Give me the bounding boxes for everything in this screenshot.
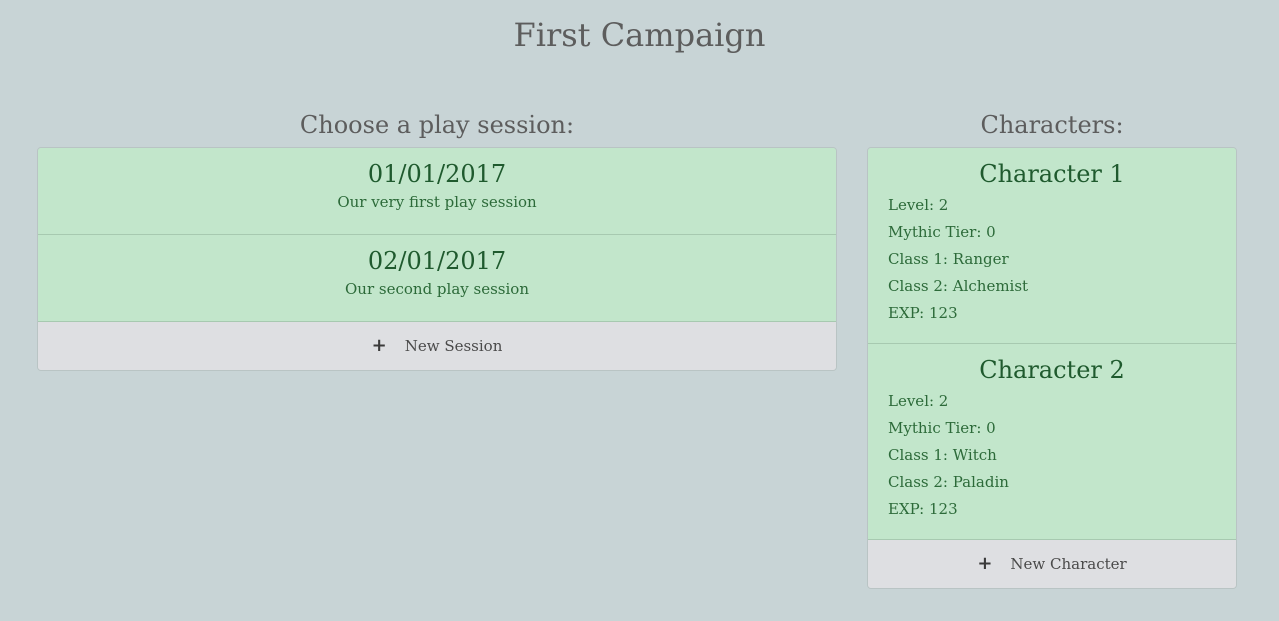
sessions-heading: Choose a play session: (299, 111, 575, 139)
session-description: Our second play session (345, 280, 529, 298)
new-character-label: New Character (1010, 555, 1127, 573)
new-session-label: New Session (404, 337, 503, 355)
character-exp: EXP: 123 (888, 304, 958, 322)
sessions-panel: Choose a play session: 01/01/2017 Our ve… (37, 106, 837, 371)
session-date: 01/01/2017 (367, 160, 507, 188)
character-list: Character 1 Level: 2 Mythic Tier: 0 Clas… (867, 147, 1237, 589)
character-mythic-tier: Mythic Tier: 0 (888, 223, 996, 241)
character-class-2: Class 2: Paladin (888, 473, 1009, 491)
session-list: 01/01/2017 Our very first play session 0… (37, 147, 837, 371)
plus-icon: + (977, 553, 993, 574)
page-title: First Campaign (513, 16, 766, 54)
session-date: 02/01/2017 (367, 247, 507, 275)
new-character-button[interactable]: + New Character (868, 540, 1236, 588)
session-item-1[interactable]: 01/01/2017 Our very first play session (38, 148, 836, 235)
character-level: Level: 2 (888, 392, 949, 410)
session-description: Our very first play session (337, 193, 537, 211)
character-name: Character 1 (979, 160, 1125, 188)
characters-panel: Characters: Character 1 Level: 2 Mythic … (867, 106, 1237, 589)
characters-heading: Characters: (980, 111, 1124, 139)
character-item-1[interactable]: Character 1 Level: 2 Mythic Tier: 0 Clas… (868, 148, 1236, 344)
new-session-button[interactable]: + New Session (38, 322, 836, 370)
character-item-2[interactable]: Character 2 Level: 2 Mythic Tier: 0 Clas… (868, 344, 1236, 540)
character-mythic-tier: Mythic Tier: 0 (888, 419, 996, 437)
character-class-1: Class 1: Ranger (888, 250, 1009, 268)
plus-icon: + (371, 335, 387, 356)
session-item-2[interactable]: 02/01/2017 Our second play session (38, 235, 836, 322)
character-name: Character 2 (979, 356, 1125, 384)
character-level: Level: 2 (888, 196, 949, 214)
character-exp: EXP: 123 (888, 500, 958, 518)
character-class-1: Class 1: Witch (888, 446, 997, 464)
character-class-2: Class 2: Alchemist (888, 277, 1029, 295)
